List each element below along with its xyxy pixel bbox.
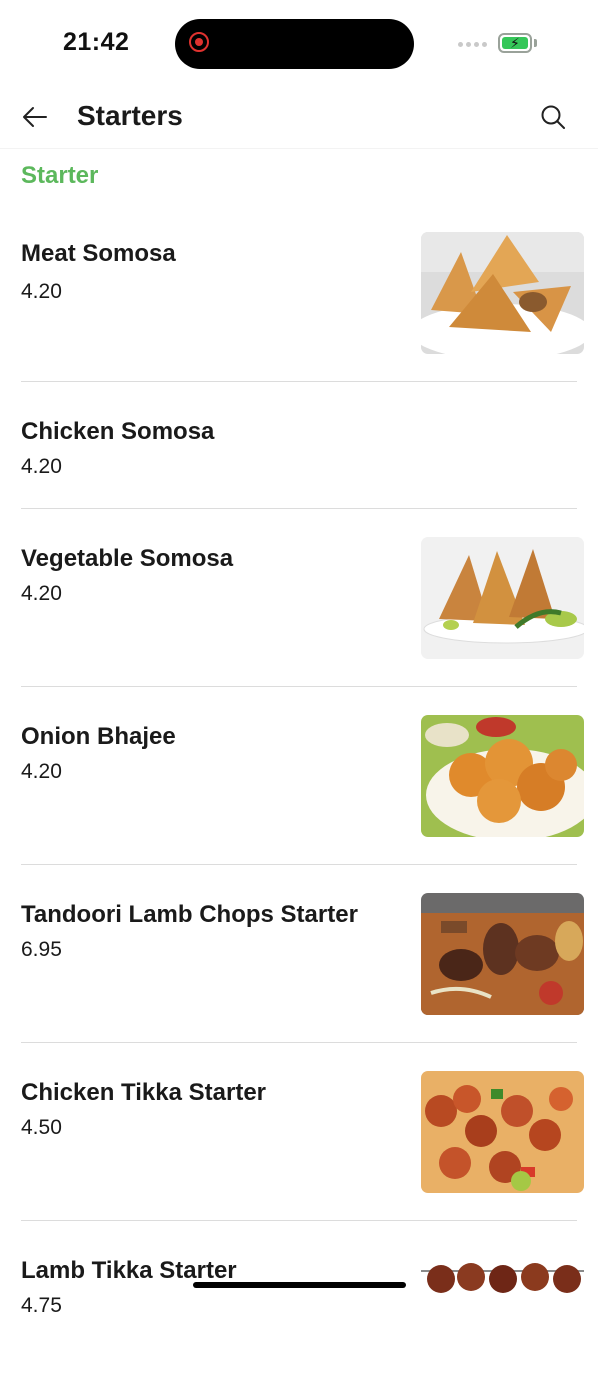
menu-item[interactable]: Vegetable Somosa 4.20 [0, 509, 598, 687]
back-button[interactable] [20, 102, 50, 132]
item-image [421, 1249, 584, 1371]
item-image [421, 537, 584, 659]
item-price: 4.20 [21, 280, 62, 303]
menu-item[interactable]: Onion Bhajee 4.20 [0, 687, 598, 865]
menu-item[interactable]: Tandoori Lamb Chops Starter 6.95 [0, 865, 598, 1043]
item-name: Meat Somosa [21, 240, 176, 267]
item-price: 4.75 [21, 1294, 62, 1317]
section-title: Starter [21, 162, 99, 189]
app-header: Starters [0, 90, 598, 149]
item-name: Chicken Tikka Starter [21, 1079, 267, 1106]
home-indicator[interactable] [193, 1282, 406, 1288]
arrow-left-icon [23, 107, 47, 127]
search-icon [541, 105, 565, 129]
menu-item[interactable]: Lamb Tikka Starter 4.75 [0, 1221, 598, 1399]
page-title: Starters [77, 100, 183, 131]
item-name: Chicken Somosa [21, 418, 215, 445]
item-image [421, 1071, 584, 1193]
item-image [421, 893, 584, 1015]
menu-item[interactable]: Meat Somosa 4.20 [0, 204, 598, 382]
item-price: 6.95 [21, 938, 62, 961]
item-image [421, 715, 584, 837]
dynamic-island [175, 19, 414, 69]
menu-item[interactable]: Chicken Somosa 4.20 [0, 382, 598, 509]
item-price: 4.50 [21, 1116, 62, 1139]
search-button[interactable] [538, 102, 568, 132]
item-image [421, 232, 584, 354]
item-name: Lamb Tikka Starter [21, 1257, 237, 1284]
item-price: 4.20 [21, 455, 62, 478]
status-bar: 21:42 ⚡ [0, 0, 598, 90]
item-price: 4.20 [21, 582, 62, 605]
item-price: 4.20 [21, 760, 62, 783]
battery-icon: ⚡ [498, 33, 532, 53]
menu-list: Meat Somosa 4.20 Chicken Somosa 4.20 Veg… [0, 204, 598, 1399]
item-name: Tandoori Lamb Chops Starter [21, 901, 358, 928]
item-name: Vegetable Somosa [21, 545, 234, 572]
item-name: Onion Bhajee [21, 723, 176, 750]
menu-item[interactable]: Chicken Tikka Starter 4.50 [0, 1043, 598, 1221]
battery-cap [534, 39, 537, 47]
status-clock: 21:42 [63, 28, 130, 56]
recording-icon [189, 32, 209, 52]
signal-icon [458, 42, 487, 47]
